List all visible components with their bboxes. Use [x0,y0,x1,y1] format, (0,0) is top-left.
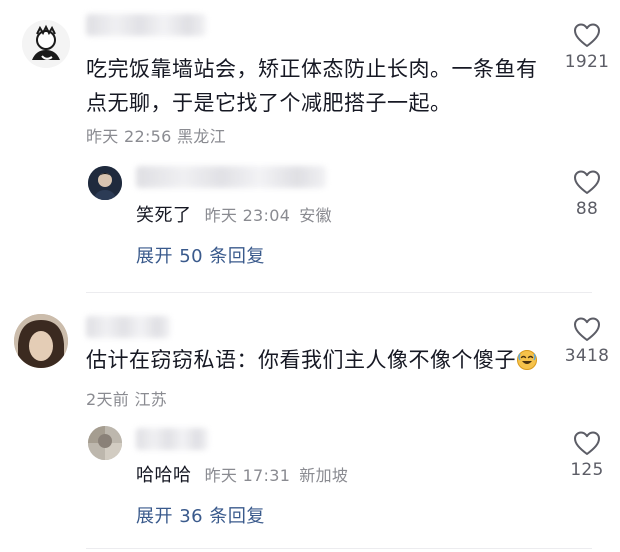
username[interactable] [86,316,170,338]
heart-icon [574,23,600,47]
divider [86,548,592,549]
comment-meta: 昨天 22:56 黑龙江 [86,123,226,147]
reply-username[interactable] [136,428,208,450]
comment-meta: 2天前 江苏 [86,386,167,410]
expand-replies-link[interactable]: 展开 50 条回复 [136,242,265,268]
comment-location: 江苏 [134,390,168,409]
comment-text: 估计在窃窃私语：你看我们主人像不像个傻子 [86,343,556,377]
reply-text: 笑死了 [136,205,192,226]
reply-like-button[interactable]: 88 [551,169,620,219]
like-button[interactable]: 1921 [551,22,620,72]
heart-icon [574,317,600,341]
reply-time: 昨天 17:31 [204,466,291,485]
reply-line: 哈哈哈 昨天 17:31 新加坡 [136,461,348,487]
comment-item: 估计在窃窃私语：你看我们主人像不像个傻子 2天前 江苏 3418 哈哈哈 昨天 … [0,300,620,552]
reply-location: 新加坡 [299,466,349,485]
laughing-emoji-icon [517,350,537,370]
like-count: 1921 [564,52,610,72]
heart-icon [574,170,600,194]
comment-text-content: 估计在窃窃私语：你看我们主人像不像个傻子 [86,348,516,372]
like-count: 125 [570,460,604,480]
reply-time: 昨天 23:04 [204,206,291,225]
like-count: 3418 [564,346,610,366]
reply-username[interactable] [136,166,326,188]
reply-location: 安徽 [299,206,332,225]
comment-time: 2天前 [86,390,130,409]
reply-avatar[interactable] [88,426,122,460]
heart-icon [574,431,600,455]
like-button[interactable]: 3418 [551,316,620,366]
like-count: 88 [575,199,599,219]
reply-text: 哈哈哈 [136,465,192,486]
comment-location: 黑龙江 [177,127,226,146]
reply-avatar[interactable] [88,166,122,200]
expand-replies-link[interactable]: 展开 36 条回复 [136,502,265,528]
comment-item: 吃完饭靠墙站会，矫正体态防止长肉。一条鱼有点无聊，于是它找了个减肥搭子一起。 昨… [0,0,620,290]
comment-time: 昨天 22:56 [86,127,172,146]
comment-text: 吃完饭靠墙站会，矫正体态防止长肉。一条鱼有点无聊，于是它找了个减肥搭子一起。 [86,57,538,115]
avatar[interactable] [22,20,70,68]
avatar[interactable] [14,314,68,368]
reply-like-button[interactable]: 125 [551,430,620,480]
divider [86,292,592,293]
reply-line: 笑死了 昨天 23:04 安徽 [136,201,332,227]
username[interactable] [86,14,206,36]
